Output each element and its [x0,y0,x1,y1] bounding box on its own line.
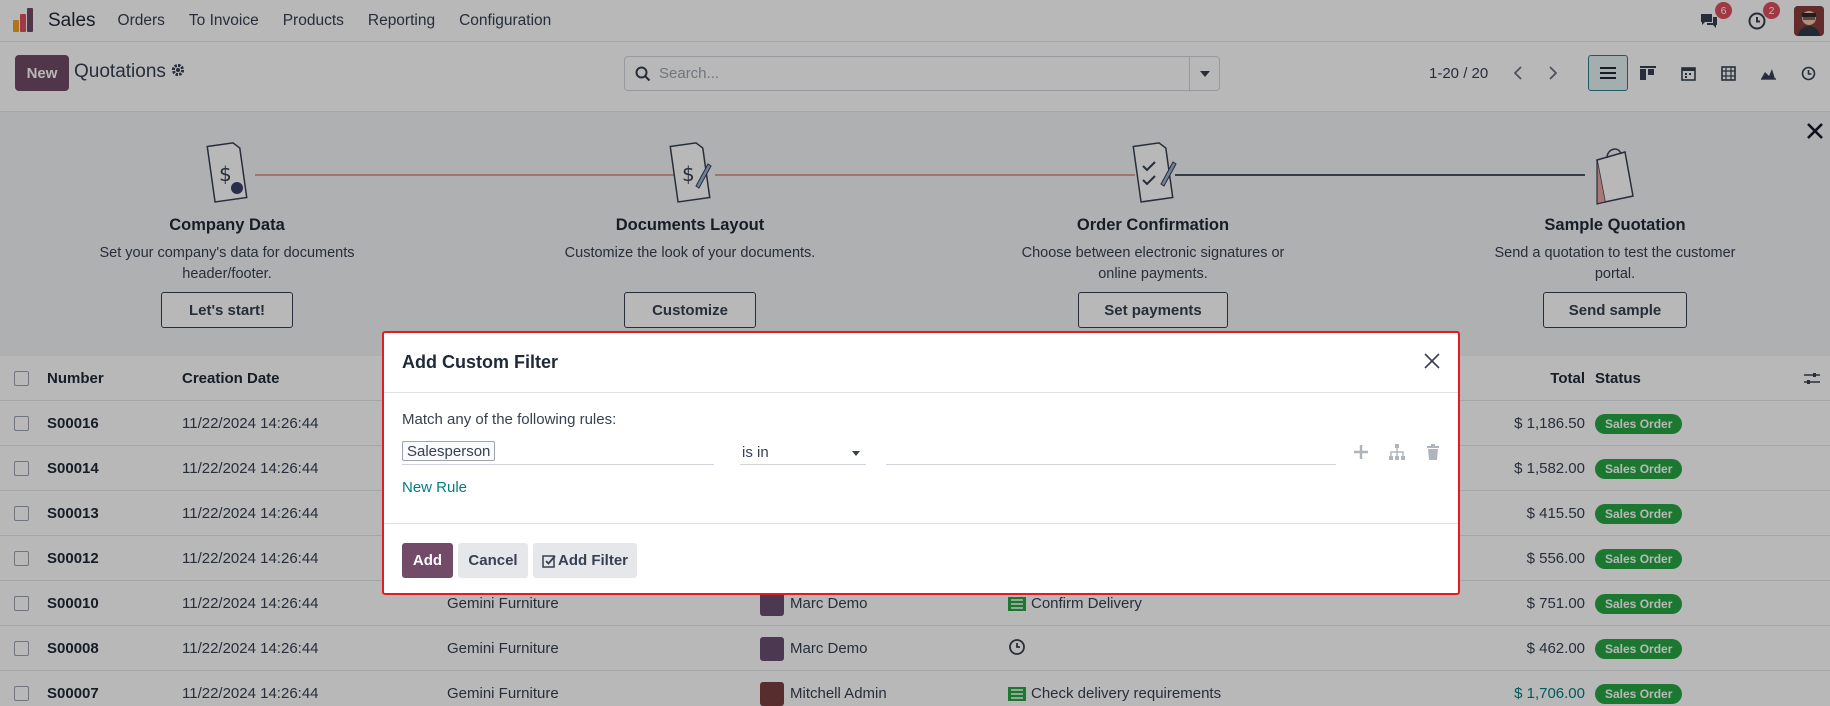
close-icon[interactable] [1420,349,1444,373]
add-branch-icon[interactable] [1388,443,1406,461]
cancel-button[interactable]: Cancel [458,543,528,578]
dialog-body: Match any of the following rules: Salesp… [384,394,1458,524]
add-filter-label: Add Filter [558,552,628,569]
add-custom-filter-dialog: Add Custom Filter Match any of the follo… [382,331,1460,595]
match-rules-text: Match any of the following rules: [402,411,617,428]
rule-field-selector[interactable]: Salesperson [402,441,714,465]
checkbox-check-icon [542,554,556,568]
operator-value: is in [742,444,769,461]
rule-value-input[interactable] [886,441,1336,465]
new-rule-link[interactable]: New Rule [402,479,467,496]
caret-down-icon [852,451,860,456]
add-filter-button[interactable]: Add Filter [533,543,637,578]
add-rule-icon[interactable] [1352,443,1370,461]
trash-icon[interactable] [1424,443,1442,461]
dialog-header: Add Custom Filter [384,333,1458,393]
rule-operator-select[interactable]: is in [740,441,866,465]
add-button[interactable]: Add [402,543,453,578]
field-path-chip[interactable]: Salesperson [402,441,496,461]
dialog-footer: Add Cancel Add Filter [402,543,642,578]
dialog-title: Add Custom Filter [402,352,558,372]
